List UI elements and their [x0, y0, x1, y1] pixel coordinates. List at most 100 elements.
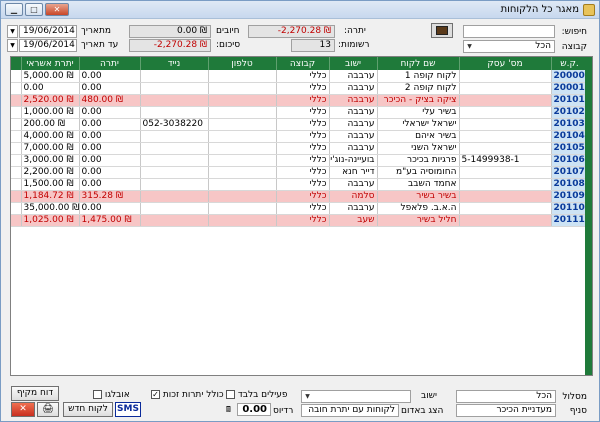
table-row[interactable]: 1,000.00 ₪ 0.00 כללי ערבבה בשיר עלי 20102	[11, 106, 592, 119]
cell-name: פרגיות בכיכר	[377, 154, 460, 167]
table-row[interactable]: 7,000.00 ₪ 0.00 כללי ערבבה ישראל השני 20105	[11, 142, 592, 155]
favorites-checkbox[interactable]	[93, 390, 102, 399]
cell-phone	[208, 202, 277, 215]
chevron-down-icon[interactable]: ▼	[464, 41, 475, 52]
favorites-option[interactable]: אובלגו	[93, 389, 130, 401]
col-mobile[interactable]: נייד	[140, 57, 209, 70]
col-code[interactable]: ק.ש.	[551, 57, 589, 70]
close-button[interactable]: ✕	[45, 3, 69, 16]
active-only-checkbox[interactable]	[226, 390, 235, 399]
calc-icon[interactable]: 🖩	[226, 405, 235, 414]
cell-credit: 200.00 ₪	[21, 118, 80, 131]
cell-mobile	[140, 166, 209, 179]
table-row[interactable]: 2,200.00 ₪ 0.00 כללי דייר חנא החומוסיה בע"מ 2…	[11, 166, 592, 179]
cell-phone	[208, 130, 277, 143]
active-only-option[interactable]: פעילים בלבד	[226, 389, 288, 401]
print-button[interactable]: 🖨	[37, 402, 59, 417]
row-marker	[11, 142, 22, 155]
maximize-button[interactable]: □	[25, 3, 43, 16]
cell-credit: 1,025.00 ₪	[21, 214, 80, 227]
cell-mobile	[140, 202, 209, 215]
to-date-picker-icon[interactable]: ▼	[7, 39, 18, 52]
table-row[interactable]: 0.00 0.00 כללי ערבבה לקוח קופה 2 20001	[11, 82, 592, 95]
row-marker	[11, 94, 22, 107]
new-customer-button[interactable]: לקוח חדש	[63, 402, 113, 417]
to-date-input[interactable]: 19/06/2014	[19, 39, 77, 52]
cell-group: כללי	[276, 214, 330, 227]
table-row[interactable]: 5,000.00 ₪ 0.00 כללי ערבבה לקוח קופה 1 20000	[11, 70, 592, 83]
col-phone[interactable]: טלפון	[208, 57, 277, 70]
cell-name: ישראל ישראלי	[377, 118, 460, 131]
chevron-down-icon[interactable]: ▼	[302, 391, 313, 402]
group-select[interactable]: הכל ▼	[463, 40, 555, 53]
cell-mobile	[140, 178, 209, 191]
row-marker	[11, 166, 22, 179]
cell-phone	[208, 106, 277, 119]
table-row[interactable]: 4,000.00 ₪ 0.00 כללי ערבבה בשיר איהם 20104	[11, 130, 592, 143]
include-zero-label: כולל יתרות זכות	[162, 390, 224, 400]
show-red-select[interactable]: לקוחות עם יתרת חובה	[301, 404, 399, 417]
table-row[interactable]: 1,025.00 ₪ 1,475.00 ₪ כללי שעב חליל בשיר 2011…	[11, 214, 592, 227]
table-row[interactable]: 3,000.00 ₪ 0.00 כללי בועיינה-נוג'יד פרגיות ב…	[11, 154, 592, 167]
cell-mobile	[140, 214, 209, 227]
row-marker	[11, 178, 22, 191]
cell-group: כללי	[276, 82, 330, 95]
cell-balance: 0.00	[79, 70, 141, 83]
filter-select[interactable]: הכל	[456, 390, 556, 403]
table-body: 5,000.00 ₪ 0.00 כללי ערבבה לקוח קופה 1 20000 0…	[11, 70, 592, 227]
cell-city: ערבבה	[329, 106, 378, 119]
col-group[interactable]: קבוצה	[276, 57, 330, 70]
cell-balance: 0.00	[79, 154, 141, 167]
cell-phone	[208, 178, 277, 191]
exit-button[interactable]: ✕	[11, 402, 35, 417]
row-marker	[11, 190, 22, 203]
customers-table[interactable]: יתרת אשראי יתרה נייד טלפון קבוצה ישוב שם…	[10, 56, 593, 376]
search-book-button[interactable]	[431, 23, 453, 38]
col-balance[interactable]: יתרה	[79, 57, 141, 70]
cell-credit: 4,000.00 ₪	[21, 130, 80, 143]
cell-phone	[208, 70, 277, 83]
cell-credit: 35,000.00 ₪	[21, 202, 80, 215]
records-label: רשומות:	[338, 40, 370, 50]
include-zero-option[interactable]: כולל יתרות זכות ✓	[151, 389, 224, 401]
cell-phone	[208, 214, 277, 227]
from-date-input[interactable]: 19/06/2014	[19, 25, 77, 38]
cell-name: ציקה בציק - הכיכר	[377, 94, 460, 107]
row-marker	[11, 214, 22, 227]
full-report-button[interactable]: דוח מקיף	[11, 386, 59, 401]
city-select[interactable]: ▼	[301, 390, 411, 403]
cell-group: כללי	[276, 178, 330, 191]
cell-city: ערבבה	[329, 94, 378, 107]
branch-select[interactable]: מעדניית הכיכר	[456, 404, 556, 417]
cell-code: 20101	[551, 94, 589, 107]
cell-balance: 0.00	[79, 82, 141, 95]
to-date-label: עד תאריך	[81, 40, 119, 50]
include-zero-checkbox[interactable]: ✓	[151, 390, 160, 399]
col-credit[interactable]: יתרת אשראי	[21, 57, 80, 70]
sms-button[interactable]: SMS	[115, 402, 141, 417]
row-indicator-bar	[585, 57, 592, 375]
search-input[interactable]	[463, 25, 555, 38]
cell-credit: 0.00	[21, 82, 80, 95]
minimize-button[interactable]: ▁	[5, 3, 23, 16]
radius-input[interactable]: 0.00	[237, 403, 271, 416]
from-date-picker-icon[interactable]: ▼	[7, 25, 18, 38]
col-name[interactable]: שם לקוח	[377, 57, 460, 70]
table-row[interactable]: 2,520.00 ₪ 480.00 ₪ כללי ערבבה ציקה בציק - ה…	[11, 94, 592, 107]
table-row[interactable]: 1,184.72 ₪ 315.28 ₪ כללי סלמה בשיר בשיר 20109	[11, 190, 592, 203]
cell-city: ערבבה	[329, 130, 378, 143]
table-row[interactable]: 35,000.00 ₪ 0.00 כללי ערבבה ה.א.ב. פלאפל 2011…	[11, 202, 592, 215]
customers-window: מאגר כל הלקוחות ▁ □ ✕ חיפוש: קבוצה הכל ▼…	[0, 0, 600, 422]
cell-biz	[459, 118, 552, 131]
cell-balance: 0.00	[79, 202, 141, 215]
cell-biz	[459, 214, 552, 227]
col-biz[interactable]: מס' עסק	[459, 57, 552, 70]
cell-credit: 1,000.00 ₪	[21, 106, 80, 119]
col-chk	[11, 57, 22, 70]
favorites-label: אובלגו	[104, 390, 130, 400]
cell-city: דייר חנא	[329, 166, 378, 179]
cell-code: 20001	[551, 82, 589, 95]
table-row[interactable]: 1,500.00 ₪ 0.00 כללי ערבבה אחמד השבב 20108	[11, 178, 592, 191]
col-city[interactable]: ישוב	[329, 57, 378, 70]
table-row[interactable]: 200.00 ₪ 0.00 052-3038220 כללי ערבבה ישראל יש…	[11, 118, 592, 131]
